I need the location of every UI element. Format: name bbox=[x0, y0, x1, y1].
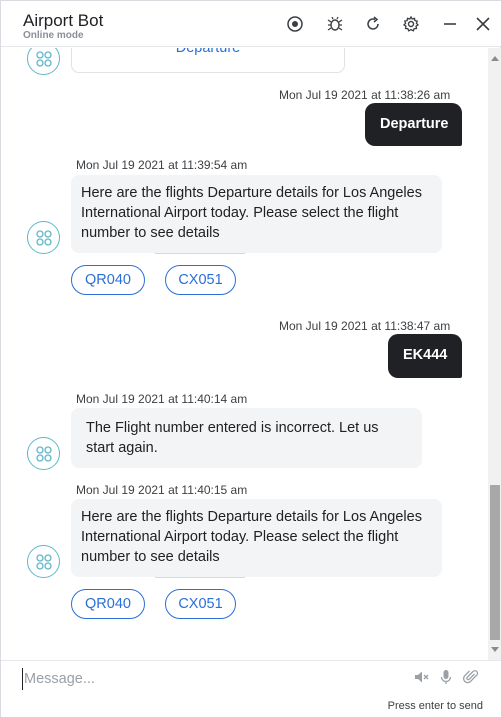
microphone-icon[interactable] bbox=[436, 667, 456, 687]
flight-chip-button[interactable]: QR040 bbox=[71, 589, 145, 619]
bot-message: Here are the flights Departure details f… bbox=[71, 175, 442, 253]
attachment-icon[interactable] bbox=[461, 667, 481, 687]
departure-option-button[interactable]: Departure bbox=[71, 48, 345, 73]
close-icon[interactable] bbox=[472, 13, 494, 35]
scroll-thumb[interactable] bbox=[490, 485, 500, 640]
message-timestamp: Mon Jul 19 2021 at 11:38:26 am bbox=[279, 88, 451, 102]
bot-title: Airport Bot bbox=[23, 11, 104, 30]
bot-message: The Flight number entered is incorrect. … bbox=[71, 408, 422, 468]
bot-avatar bbox=[27, 221, 60, 254]
message-list[interactable]: Departure Mon Jul 19 2021 at 11:38:26 am… bbox=[1, 48, 489, 660]
chat-window: Airport Bot Online mode Departure Mon Ju… bbox=[0, 0, 501, 717]
minimize-icon[interactable] bbox=[439, 13, 461, 35]
bot-message: Here are the flights Departure details f… bbox=[71, 499, 442, 577]
flight-chip-button[interactable]: CX051 bbox=[165, 265, 236, 295]
bot-avatar bbox=[27, 545, 60, 578]
settings-icon[interactable] bbox=[400, 13, 422, 35]
scroll-up-arrow-icon[interactable] bbox=[491, 56, 499, 61]
send-hint: Press enter to send bbox=[387, 700, 483, 712]
message-scrollbar[interactable] bbox=[488, 48, 501, 660]
bubble-divider bbox=[155, 577, 245, 578]
refresh-icon[interactable] bbox=[362, 13, 384, 35]
bot-avatar bbox=[27, 437, 60, 470]
user-message: EK444 bbox=[388, 334, 462, 378]
user-message: Departure bbox=[365, 103, 462, 146]
bot-avatar bbox=[27, 48, 60, 75]
message-input[interactable] bbox=[22, 668, 392, 690]
record-icon[interactable] bbox=[284, 13, 306, 35]
message-composer: Press enter to send bbox=[1, 660, 501, 717]
speaker-mute-icon[interactable] bbox=[411, 667, 431, 687]
scroll-down-arrow-icon[interactable] bbox=[491, 647, 499, 652]
chat-header: Airport Bot Online mode bbox=[1, 1, 501, 47]
message-timestamp: Mon Jul 19 2021 at 11:40:14 am bbox=[76, 392, 248, 406]
message-timestamp: Mon Jul 19 2021 at 11:40:15 am bbox=[76, 483, 248, 497]
flight-chip-button[interactable]: QR040 bbox=[71, 265, 145, 295]
message-timestamp: Mon Jul 19 2021 at 11:38:47 am bbox=[279, 319, 451, 333]
message-timestamp: Mon Jul 19 2021 at 11:39:54 am bbox=[76, 158, 248, 172]
bot-status: Online mode bbox=[23, 30, 84, 41]
bug-icon[interactable] bbox=[324, 13, 346, 35]
bubble-divider bbox=[155, 253, 245, 254]
flight-chip-button[interactable]: CX051 bbox=[165, 589, 236, 619]
